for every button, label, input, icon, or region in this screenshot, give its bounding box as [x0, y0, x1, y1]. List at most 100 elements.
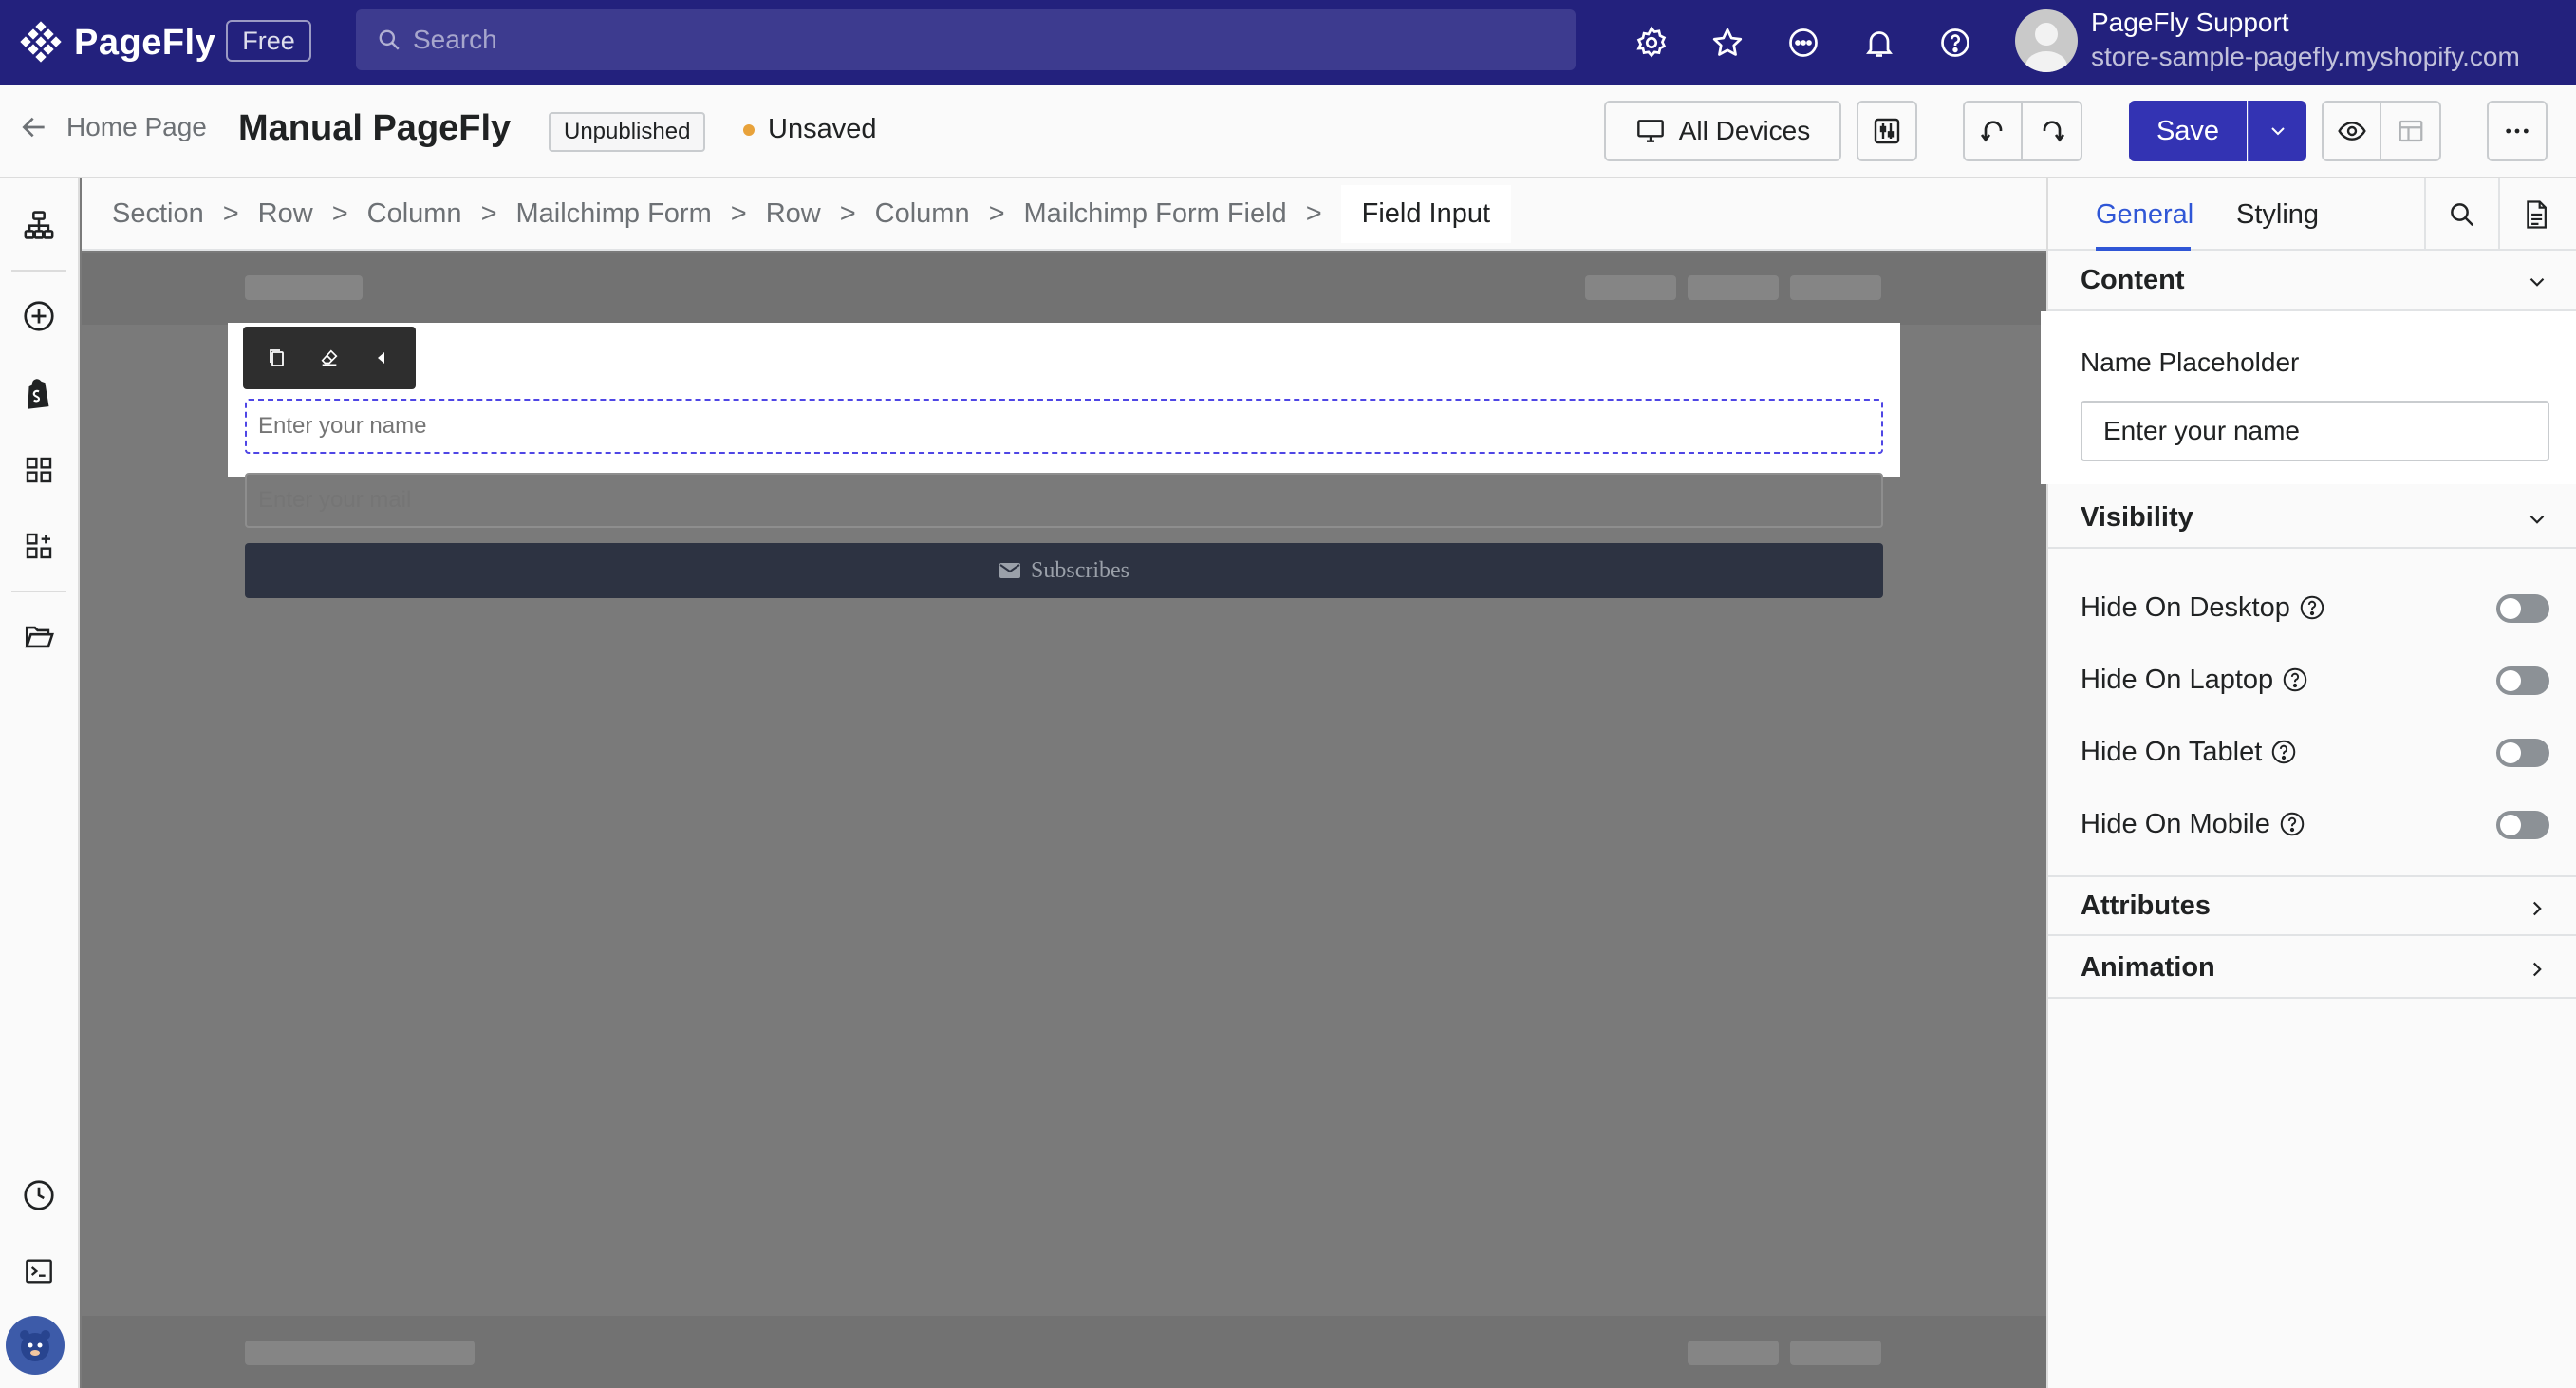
ellipsis-icon	[2506, 128, 2529, 134]
breadcrumb-mailchimp-form[interactable]: Mailchimp Form	[516, 198, 712, 230]
eye-icon	[2337, 122, 2366, 141]
search-input[interactable]	[413, 25, 1504, 55]
templates-grid-icon[interactable]	[17, 448, 61, 492]
hide-on-tablet-toggle[interactable]	[2496, 739, 2549, 767]
breadcrumb-mailchimp-form-field[interactable]: Mailchimp Form Field	[1024, 198, 1287, 230]
settings-gear-icon[interactable]	[1631, 22, 1672, 64]
shopify-bag-icon[interactable]	[17, 372, 61, 416]
apps-add-icon[interactable]	[17, 524, 61, 568]
help-circle-icon[interactable]	[2269, 738, 2298, 766]
toolbar-divider	[11, 270, 66, 272]
subscribe-button[interactable]: Subscribes	[245, 543, 1883, 598]
assistant-avatar[interactable]	[6, 1316, 65, 1375]
star-icon[interactable]	[1707, 22, 1748, 64]
help-circle-icon[interactable]	[2278, 810, 2306, 838]
hide-on-desktop-row: Hide On Desktop	[2081, 587, 2549, 628]
tab-divider	[2498, 178, 2500, 251]
global-search[interactable]	[356, 9, 1576, 70]
page-title[interactable]: Manual PageFly	[238, 108, 511, 149]
pagefly-logo[interactable]: PageFly	[19, 17, 215, 68]
device-selector-button[interactable]: All Devices	[1604, 101, 1841, 161]
brand-name: PageFly	[74, 22, 216, 63]
page-settings-button[interactable]	[1857, 101, 1917, 161]
plan-badge[interactable]: Free	[226, 20, 311, 62]
chat-icon[interactable]	[1783, 22, 1824, 64]
breadcrumb-chevron-icon: >	[988, 197, 1005, 229]
placeholder-bar	[1688, 275, 1779, 300]
help-circle-icon[interactable]	[2281, 666, 2309, 694]
duplicate-button[interactable]	[258, 339, 296, 377]
help-icon[interactable]	[1934, 22, 1976, 64]
undo-button[interactable]	[1965, 103, 2024, 159]
collapse-toolbar-button[interactable]	[363, 339, 401, 377]
folder-open-icon[interactable]	[17, 615, 61, 659]
user-store-domain[interactable]: store-sample-pagefly.myshopify.com	[2091, 42, 2520, 72]
tab-general[interactable]: General	[2096, 199, 2193, 231]
animation-section-title: Animation	[2081, 951, 2215, 983]
toolbar-divider	[11, 591, 66, 592]
visibility-section-header[interactable]: Visibility	[2048, 488, 2576, 549]
name-placeholder-input[interactable]	[2081, 401, 2549, 461]
hide-on-laptop-toggle[interactable]	[2496, 666, 2549, 695]
tab-styling[interactable]: Styling	[2236, 199, 2319, 231]
save-options-dropdown[interactable]	[2248, 101, 2306, 161]
mascot-icon	[20, 1330, 50, 1361]
publish-layout-button[interactable]	[2381, 103, 2439, 159]
search-icon	[379, 29, 400, 50]
device-selector-label: All Devices	[1678, 116, 1811, 145]
add-element-icon[interactable]	[17, 294, 61, 338]
clear-style-button[interactable]	[310, 339, 348, 377]
layers-tree-icon[interactable]	[17, 203, 61, 247]
content-section-header[interactable]: Content	[2048, 251, 2576, 311]
editor-canvas[interactable]: Subscribes	[82, 253, 2046, 1388]
breadcrumb-row[interactable]: Row	[258, 198, 313, 230]
help-circle-icon[interactable]	[2298, 593, 2326, 622]
animation-section-header[interactable]: Animation	[2048, 938, 2576, 999]
search-properties-icon[interactable]	[2445, 197, 2479, 232]
chevron-right-icon	[2532, 962, 2542, 977]
breadcrumb-column[interactable]: Column	[367, 198, 462, 230]
back-to-home-link[interactable]: Home Page	[19, 112, 207, 142]
breadcrumb-chevron-icon: >	[730, 197, 747, 229]
user-name[interactable]: PageFly Support	[2091, 8, 2289, 38]
envelope-icon	[999, 563, 1020, 578]
name-input-field[interactable]	[245, 399, 1883, 454]
hide-on-mobile-toggle[interactable]	[2496, 811, 2549, 839]
attributes-section-title: Attributes	[2081, 890, 2211, 921]
breadcrumb-field-input[interactable]: Field Input	[1340, 184, 1512, 243]
bell-icon[interactable]	[1858, 22, 1900, 64]
breadcrumb-column-inner[interactable]: Column	[875, 198, 970, 230]
code-terminal-icon[interactable]	[17, 1249, 61, 1293]
element-breadcrumb: Section > Row > Column > Mailchimp Form …	[82, 178, 2046, 251]
more-actions-button[interactable]	[2487, 101, 2548, 161]
hide-on-desktop-label: Hide On Desktop	[2081, 591, 2290, 623]
user-avatar[interactable]	[2015, 9, 2078, 72]
tab-divider	[2424, 178, 2426, 251]
visibility-section-title: Visibility	[2081, 501, 2193, 533]
toggle-knob	[2500, 742, 2521, 763]
subscribe-button-label: Subscribes	[1031, 557, 1129, 583]
element-quick-toolbar	[243, 327, 416, 389]
properties-panel: General Styling Content Name Placeholder…	[2041, 178, 2576, 1388]
history-clock-icon[interactable]	[17, 1173, 61, 1217]
breadcrumb-chevron-icon: >	[1305, 197, 1322, 229]
breadcrumb-section[interactable]: Section	[112, 198, 204, 230]
breadcrumb-chevron-icon: >	[480, 197, 497, 229]
redo-button[interactable]	[2023, 103, 2081, 159]
save-status: Unsaved	[743, 114, 876, 145]
breadcrumb-row-inner[interactable]: Row	[766, 198, 821, 230]
save-button[interactable]: Save	[2129, 101, 2247, 161]
save-status-label: Unsaved	[768, 114, 877, 144]
document-icon[interactable]	[2519, 197, 2553, 232]
hide-on-desktop-toggle[interactable]	[2496, 594, 2549, 623]
preview-button[interactable]	[2324, 103, 2382, 159]
preview-group	[2322, 101, 2441, 161]
toggle-knob	[2500, 670, 2521, 691]
hide-on-tablet-label: Hide On Tablet	[2081, 736, 2263, 767]
attributes-section-header[interactable]: Attributes	[2048, 875, 2576, 936]
placeholder-bar	[1585, 275, 1676, 300]
mail-input-field[interactable]	[245, 473, 1883, 528]
placeholder-bar	[1688, 1341, 1779, 1365]
toggle-knob	[2500, 598, 2521, 619]
desktop-icon	[1636, 120, 1664, 142]
